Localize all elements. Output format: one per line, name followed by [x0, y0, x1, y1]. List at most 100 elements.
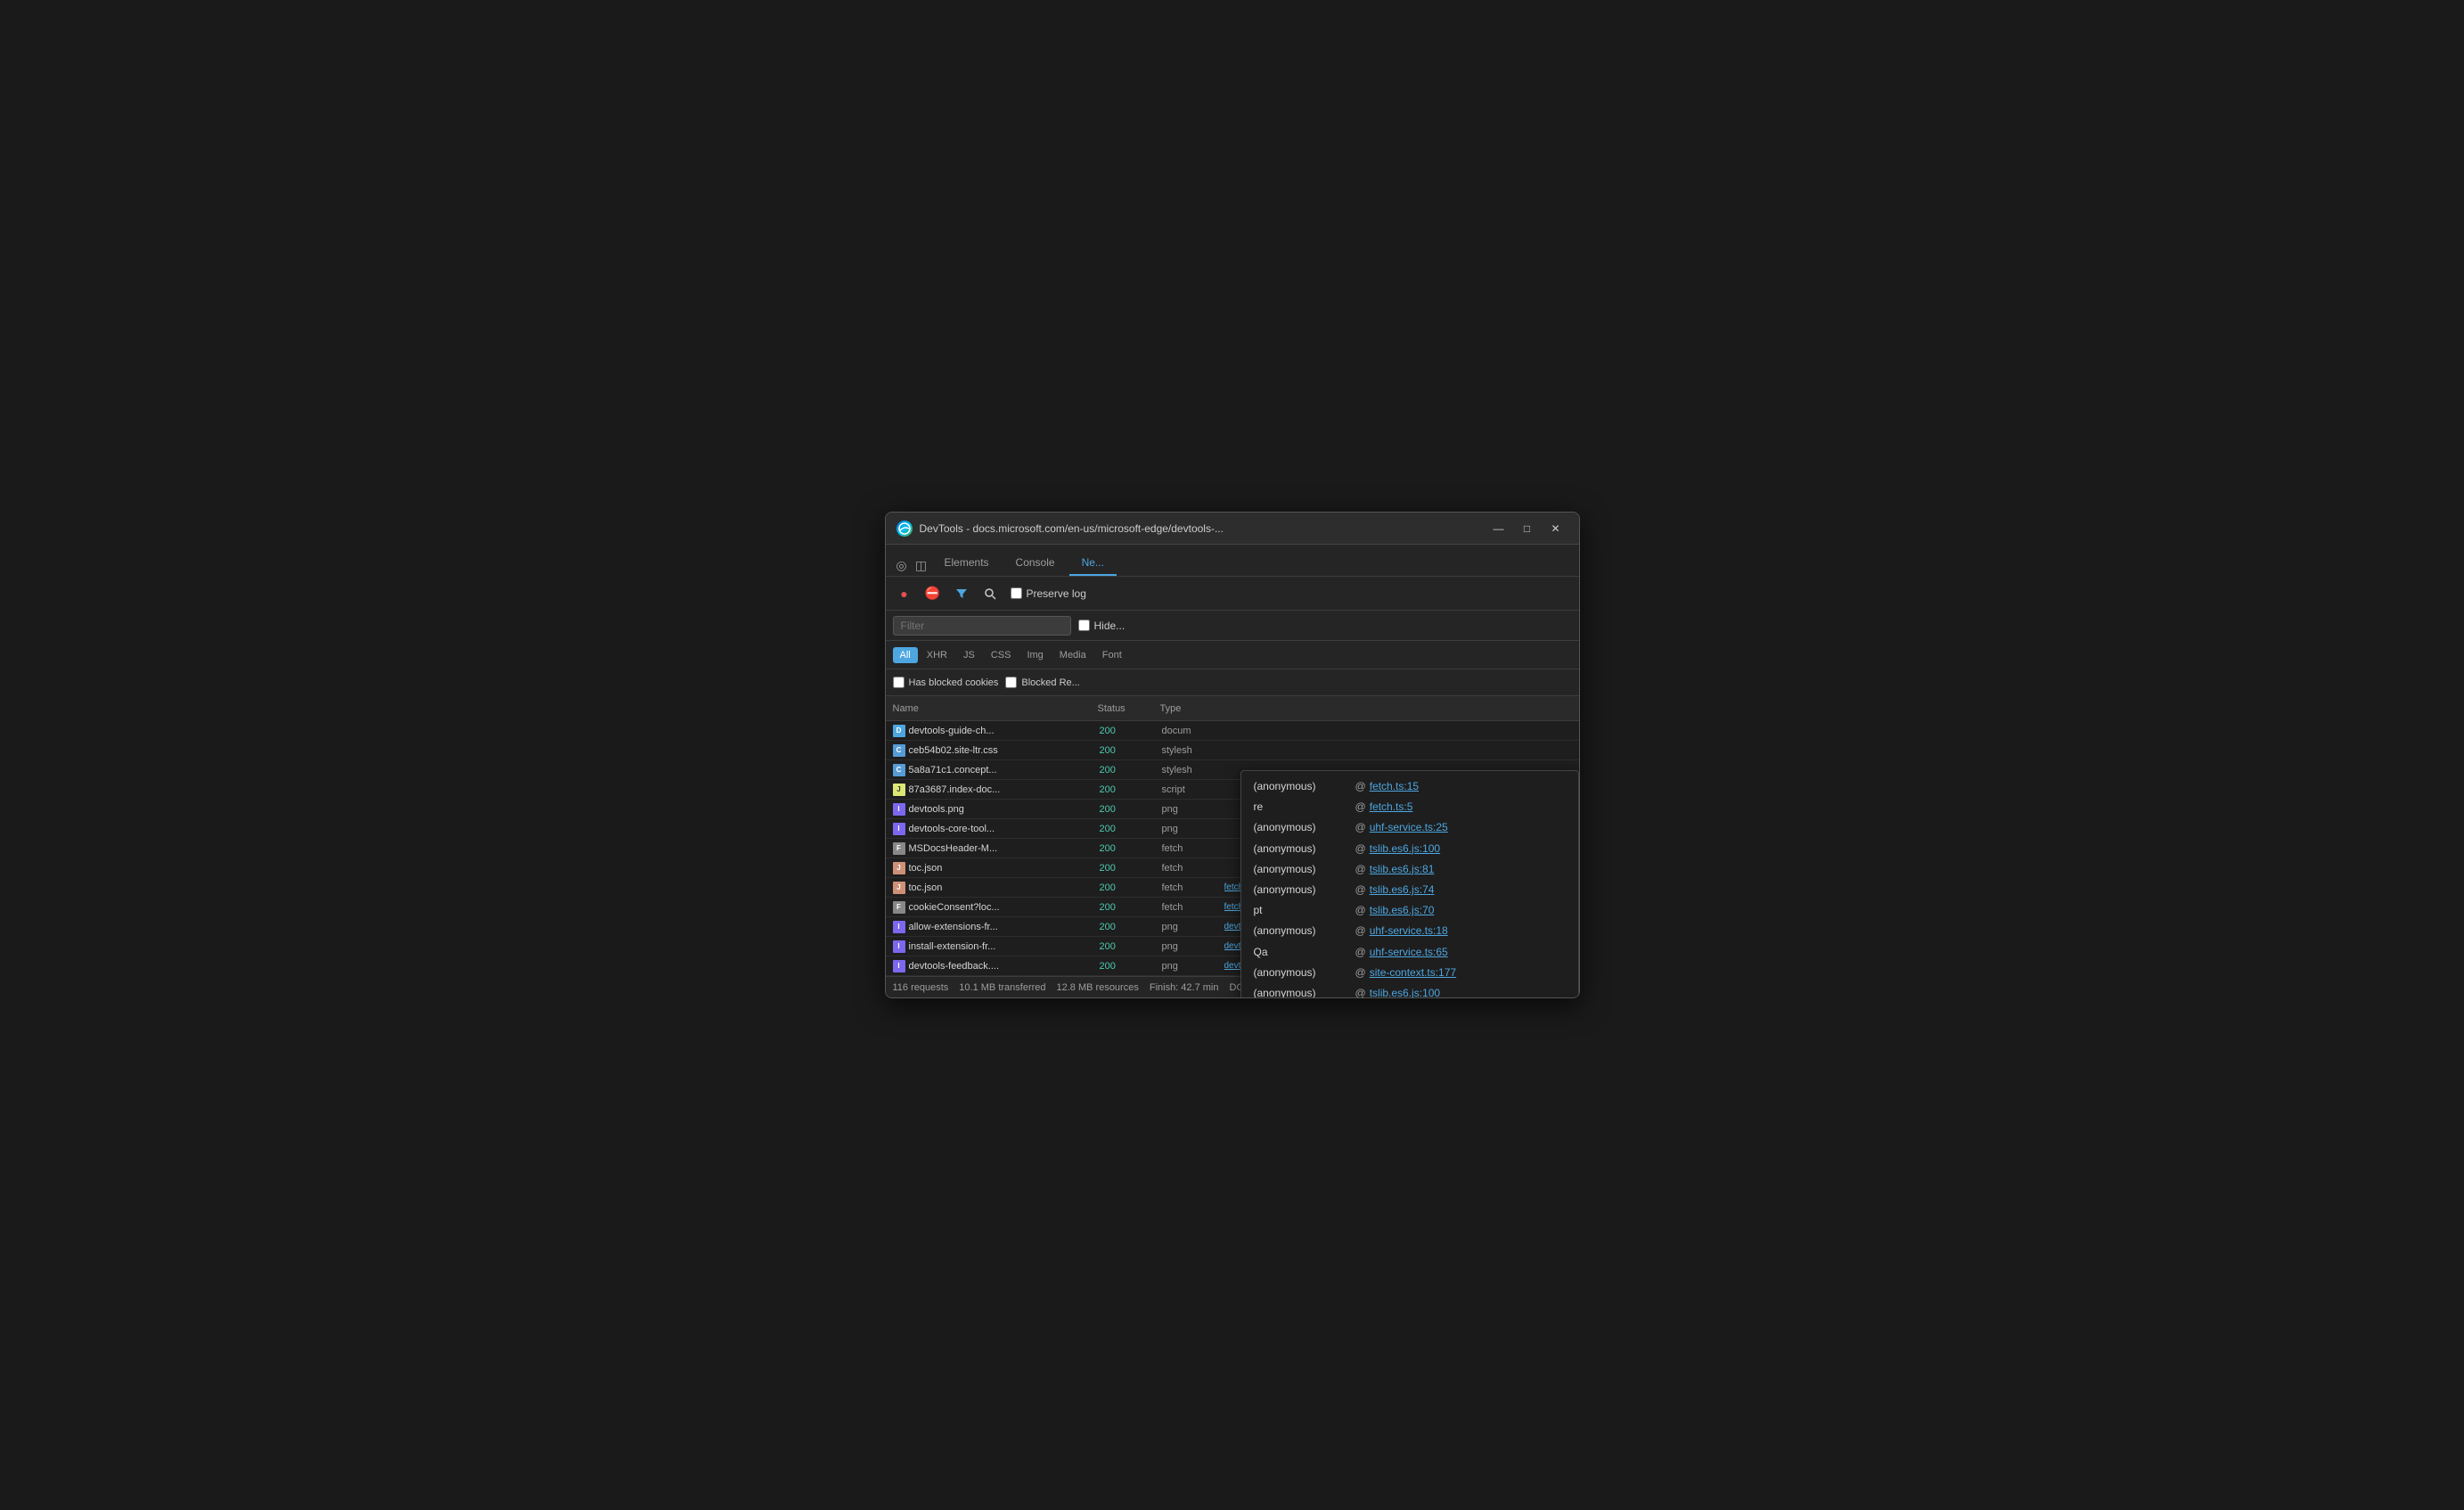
preserve-log-label: Preserve log — [1027, 587, 1086, 600]
tooltip-row: Qa @ uhf-service.ts:65 — [1241, 942, 1578, 963]
edge-icon — [896, 521, 913, 537]
tooltip-link[interactable]: tslib.es6.js:74 — [1370, 882, 1435, 899]
file-icon: I — [893, 960, 905, 972]
has-blocked-cookies-checkbox[interactable] — [893, 677, 905, 688]
tab-console[interactable]: Console — [1003, 551, 1068, 576]
tooltip-link[interactable]: tslib.es6.js:70 — [1370, 902, 1435, 919]
type-tab-js[interactable]: JS — [956, 647, 982, 663]
row-type: stylesh — [1162, 765, 1224, 776]
row-status: 200 — [1100, 843, 1162, 854]
tooltip-link[interactable]: uhf-service.ts:18 — [1370, 923, 1448, 940]
row-status: 200 — [1100, 863, 1162, 874]
type-tab-media[interactable]: Media — [1052, 647, 1093, 663]
type-tab-xhr[interactable]: XHR — [920, 647, 954, 663]
tooltip-link[interactable]: fetch.ts:15 — [1370, 778, 1419, 795]
tooltip-link[interactable]: tslib.es6.js:100 — [1370, 841, 1440, 858]
filter-button[interactable] — [950, 582, 973, 605]
tooltip-link[interactable]: tslib.es6.js:100 — [1370, 985, 1440, 998]
row-name: 5a8a71c1.concept... — [909, 765, 1100, 776]
blocked-requests-label[interactable]: Blocked Re... — [1005, 677, 1079, 688]
preserve-log-checkbox[interactable] — [1011, 587, 1022, 599]
file-icon: F — [893, 842, 905, 855]
file-icon: C — [893, 764, 905, 776]
row-name: install-extension-fr... — [909, 941, 1100, 952]
search-button[interactable] — [978, 582, 1002, 605]
tooltip-at: @ — [1355, 882, 1366, 899]
row-name: allow-extensions-fr... — [909, 922, 1100, 932]
file-icon: F — [893, 901, 905, 914]
tooltip-at: @ — [1355, 985, 1366, 998]
table-header: Name Status Type — [886, 696, 1579, 721]
col-header-name[interactable]: Name — [893, 703, 1098, 714]
tooltip-func: (anonymous) — [1254, 778, 1352, 795]
has-blocked-cookies-label[interactable]: Has blocked cookies — [893, 677, 999, 688]
file-icon: C — [893, 744, 905, 757]
devtools-window: DevTools - docs.microsoft.com/en-us/micr… — [885, 512, 1580, 998]
row-type: stylesh — [1162, 745, 1224, 756]
tab-icon-inspect[interactable]: ◎ — [893, 554, 911, 576]
row-status: 200 — [1100, 902, 1162, 913]
tooltip-row: (anonymous) @ tslib.es6.js:74 — [1241, 880, 1578, 900]
row-name: 87a3687.index-doc... — [909, 784, 1100, 795]
maximize-button[interactable]: □ — [1515, 520, 1540, 538]
tooltip-link[interactable]: site-context.ts:177 — [1370, 964, 1456, 981]
file-icon: I — [893, 940, 905, 953]
filter-bar: Hide... — [886, 611, 1579, 641]
row-status: 200 — [1100, 941, 1162, 952]
tooltip-row: (anonymous) @ tslib.es6.js:100 — [1241, 839, 1578, 859]
type-tab-css[interactable]: CSS — [984, 647, 1019, 663]
hide-data-urls-checkbox[interactable] — [1078, 620, 1090, 631]
tooltip-func: (anonymous) — [1254, 985, 1352, 998]
type-tab-font[interactable]: Font — [1095, 647, 1129, 663]
filter-input[interactable] — [893, 616, 1071, 636]
file-icon: I — [893, 921, 905, 933]
row-status: 200 — [1100, 726, 1162, 736]
col-header-status[interactable]: Status — [1098, 703, 1160, 714]
type-tabs: All XHR JS CSS Img Media Font — [886, 641, 1579, 669]
file-icon: I — [893, 823, 905, 835]
row-type: docum — [1162, 726, 1224, 736]
col-header-type[interactable]: Type — [1160, 703, 1223, 714]
tooltip-func: (anonymous) — [1254, 841, 1352, 858]
status-finish: Finish: 42.7 min — [1150, 982, 1219, 993]
tooltip-at: @ — [1355, 902, 1366, 919]
tooltip-func: (anonymous) — [1254, 819, 1352, 836]
tooltip-link[interactable]: fetch.ts:5 — [1370, 799, 1413, 816]
row-type: png — [1162, 922, 1224, 932]
record-button[interactable]: ● — [893, 582, 916, 605]
file-icon: I — [893, 803, 905, 816]
preserve-log-checkbox-label[interactable]: Preserve log — [1011, 587, 1086, 600]
close-button[interactable]: ✕ — [1543, 520, 1568, 538]
tooltip-link[interactable]: uhf-service.ts:25 — [1370, 819, 1448, 836]
row-type: png — [1162, 824, 1224, 834]
title-bar-left: DevTools - docs.microsoft.com/en-us/micr… — [896, 521, 1224, 537]
blocked-requests-checkbox[interactable] — [1005, 677, 1017, 688]
row-type: png — [1162, 804, 1224, 815]
file-icon: J — [893, 862, 905, 874]
tooltip-link[interactable]: uhf-service.ts:65 — [1370, 944, 1448, 961]
tooltip-row: re @ fetch.ts:5 — [1241, 797, 1578, 817]
tooltip-at: @ — [1355, 923, 1366, 940]
table-row[interactable]: D devtools-guide-ch... 200 docum — [886, 721, 1579, 741]
blocked-requests-text: Blocked Re... — [1021, 677, 1079, 688]
clear-button[interactable]: ⛔ — [921, 582, 945, 605]
tab-network[interactable]: Ne... — [1069, 551, 1117, 576]
tab-icon-device[interactable]: ◫ — [913, 554, 930, 576]
type-tab-img[interactable]: Img — [1019, 647, 1050, 663]
tooltip-row: (anonymous) @ tslib.es6.js:100 — [1241, 983, 1578, 998]
row-type: fetch — [1162, 882, 1224, 893]
tooltip-row: (anonymous) @ uhf-service.ts:25 — [1241, 817, 1578, 838]
row-name: toc.json — [909, 863, 1100, 874]
tooltip-func: pt — [1254, 902, 1352, 919]
row-name: devtools-feedback.... — [909, 961, 1100, 972]
tooltip-row: (anonymous) @ tslib.es6.js:81 — [1241, 859, 1578, 880]
tooltip-at: @ — [1355, 799, 1366, 816]
tab-elements[interactable]: Elements — [932, 551, 1002, 576]
minimize-button[interactable]: — — [1486, 520, 1511, 538]
tooltip-at: @ — [1355, 861, 1366, 878]
tooltip-row: pt @ tslib.es6.js:70 — [1241, 900, 1578, 921]
type-tab-all[interactable]: All — [893, 647, 918, 663]
table-row[interactable]: C ceb54b02.site-ltr.css 200 stylesh — [886, 741, 1579, 760]
hide-data-urls-label[interactable]: Hide... — [1078, 620, 1126, 632]
tooltip-link[interactable]: tslib.es6.js:81 — [1370, 861, 1435, 878]
